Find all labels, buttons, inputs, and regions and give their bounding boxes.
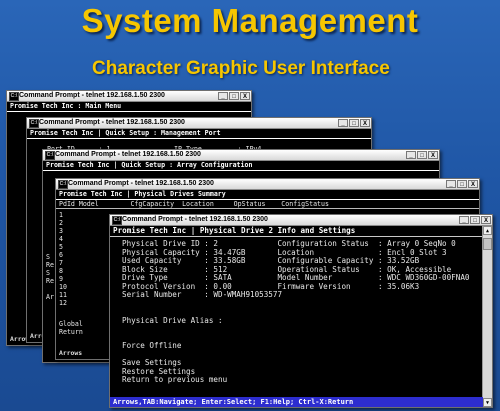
window-titlebar[interactable]: C:\ Command Prompt - telnet 192.168.1.50…: [27, 118, 371, 129]
window-title: Command Prompt - telnet 192.168.1.50 230…: [122, 216, 268, 223]
window-titlebar[interactable]: C:\ Command Prompt - telnet 192.168.1.50…: [7, 91, 251, 102]
close-icon[interactable]: X: [468, 180, 478, 188]
page-subtitle: Character Graphic User Interface: [92, 58, 390, 79]
screen-header: Promise Tech Inc | Physical Drives Summa…: [56, 190, 479, 200]
global-label[interactable]: Global: [56, 320, 83, 328]
cmd-icon: C:\: [45, 151, 55, 160]
scroll-down-icon[interactable]: ▼: [483, 398, 492, 407]
close-icon[interactable]: X: [360, 119, 370, 127]
screen-header: Promise Tech Inc | Quick Setup : Managem…: [27, 129, 371, 139]
page-title: System Management: [81, 2, 419, 39]
return-option[interactable]: Return to previous menu: [110, 375, 492, 385]
window-titlebar[interactable]: C:\ Command Prompt - telnet 192.168.1.50…: [110, 215, 492, 226]
scroll-up-icon[interactable]: ▲: [483, 226, 492, 235]
maximize-icon[interactable]: □: [349, 119, 359, 127]
minimize-icon[interactable]: _: [338, 119, 348, 127]
screen-header: Promise Tech Inc | Quick Setup : Array C…: [43, 161, 439, 171]
minimize-icon[interactable]: _: [459, 216, 469, 224]
window-titlebar[interactable]: C:\ Command Prompt - telnet 192.168.1.50…: [43, 150, 439, 161]
force-offline-option[interactable]: Force Offline: [110, 341, 492, 351]
close-icon[interactable]: X: [240, 92, 250, 100]
screen-header: Promise Tech Inc | Physical Drive 2 Info…: [110, 226, 492, 237]
cmd-icon: C:\: [58, 180, 68, 189]
info-line: [110, 300, 492, 309]
window-title: Command Prompt - telnet 192.168.1.50 230…: [39, 119, 185, 126]
info-line: [110, 325, 492, 334]
window-title: Command Prompt - telnet 192.168.1.50 230…: [19, 92, 165, 99]
drive-info-panel: Physical Drive ID : 2 Configuration Stat…: [110, 239, 492, 385]
cmd-icon: C:\: [112, 216, 122, 225]
scroll-thumb[interactable]: [483, 238, 492, 250]
window-title: Command Prompt - telnet 192.168.1.50 230…: [68, 180, 214, 187]
close-icon[interactable]: X: [428, 151, 438, 159]
drive-alias-field[interactable]: Physical Drive Alias :: [110, 316, 492, 326]
minimize-icon[interactable]: _: [218, 92, 228, 100]
table-header: PdId Model CfgCapacity Location OpStatus…: [56, 200, 479, 209]
cmd-icon: C:\: [9, 92, 19, 101]
info-line: Serial Number : WD-WMAH91053577: [122, 290, 283, 299]
vertical-scrollbar[interactable]: ▲ ▼: [482, 226, 492, 407]
minimize-icon[interactable]: _: [446, 180, 456, 188]
return-label[interactable]: Return: [56, 328, 83, 336]
close-icon[interactable]: X: [481, 216, 491, 224]
bottom-hint: Arrows: [59, 349, 83, 357]
screen-header: Promise Tech Inc : Main Menu: [7, 102, 251, 112]
minimize-icon[interactable]: _: [406, 151, 416, 159]
maximize-icon[interactable]: □: [470, 216, 480, 224]
maximize-icon[interactable]: □: [229, 92, 239, 100]
window-title: Command Prompt - telnet 192.168.1.50 230…: [55, 151, 201, 158]
maximize-icon[interactable]: □: [457, 180, 467, 188]
maximize-icon[interactable]: □: [417, 151, 427, 159]
status-bar: Arrows,TAB:Navigate; Enter:Select; F1:He…: [110, 397, 483, 407]
cmd-icon: C:\: [29, 119, 39, 128]
cmd-window-physical-drive-info[interactable]: C:\ Command Prompt - telnet 192.168.1.50…: [109, 214, 493, 408]
window-titlebar[interactable]: C:\ Command Prompt - telnet 192.168.1.50…: [56, 179, 479, 190]
